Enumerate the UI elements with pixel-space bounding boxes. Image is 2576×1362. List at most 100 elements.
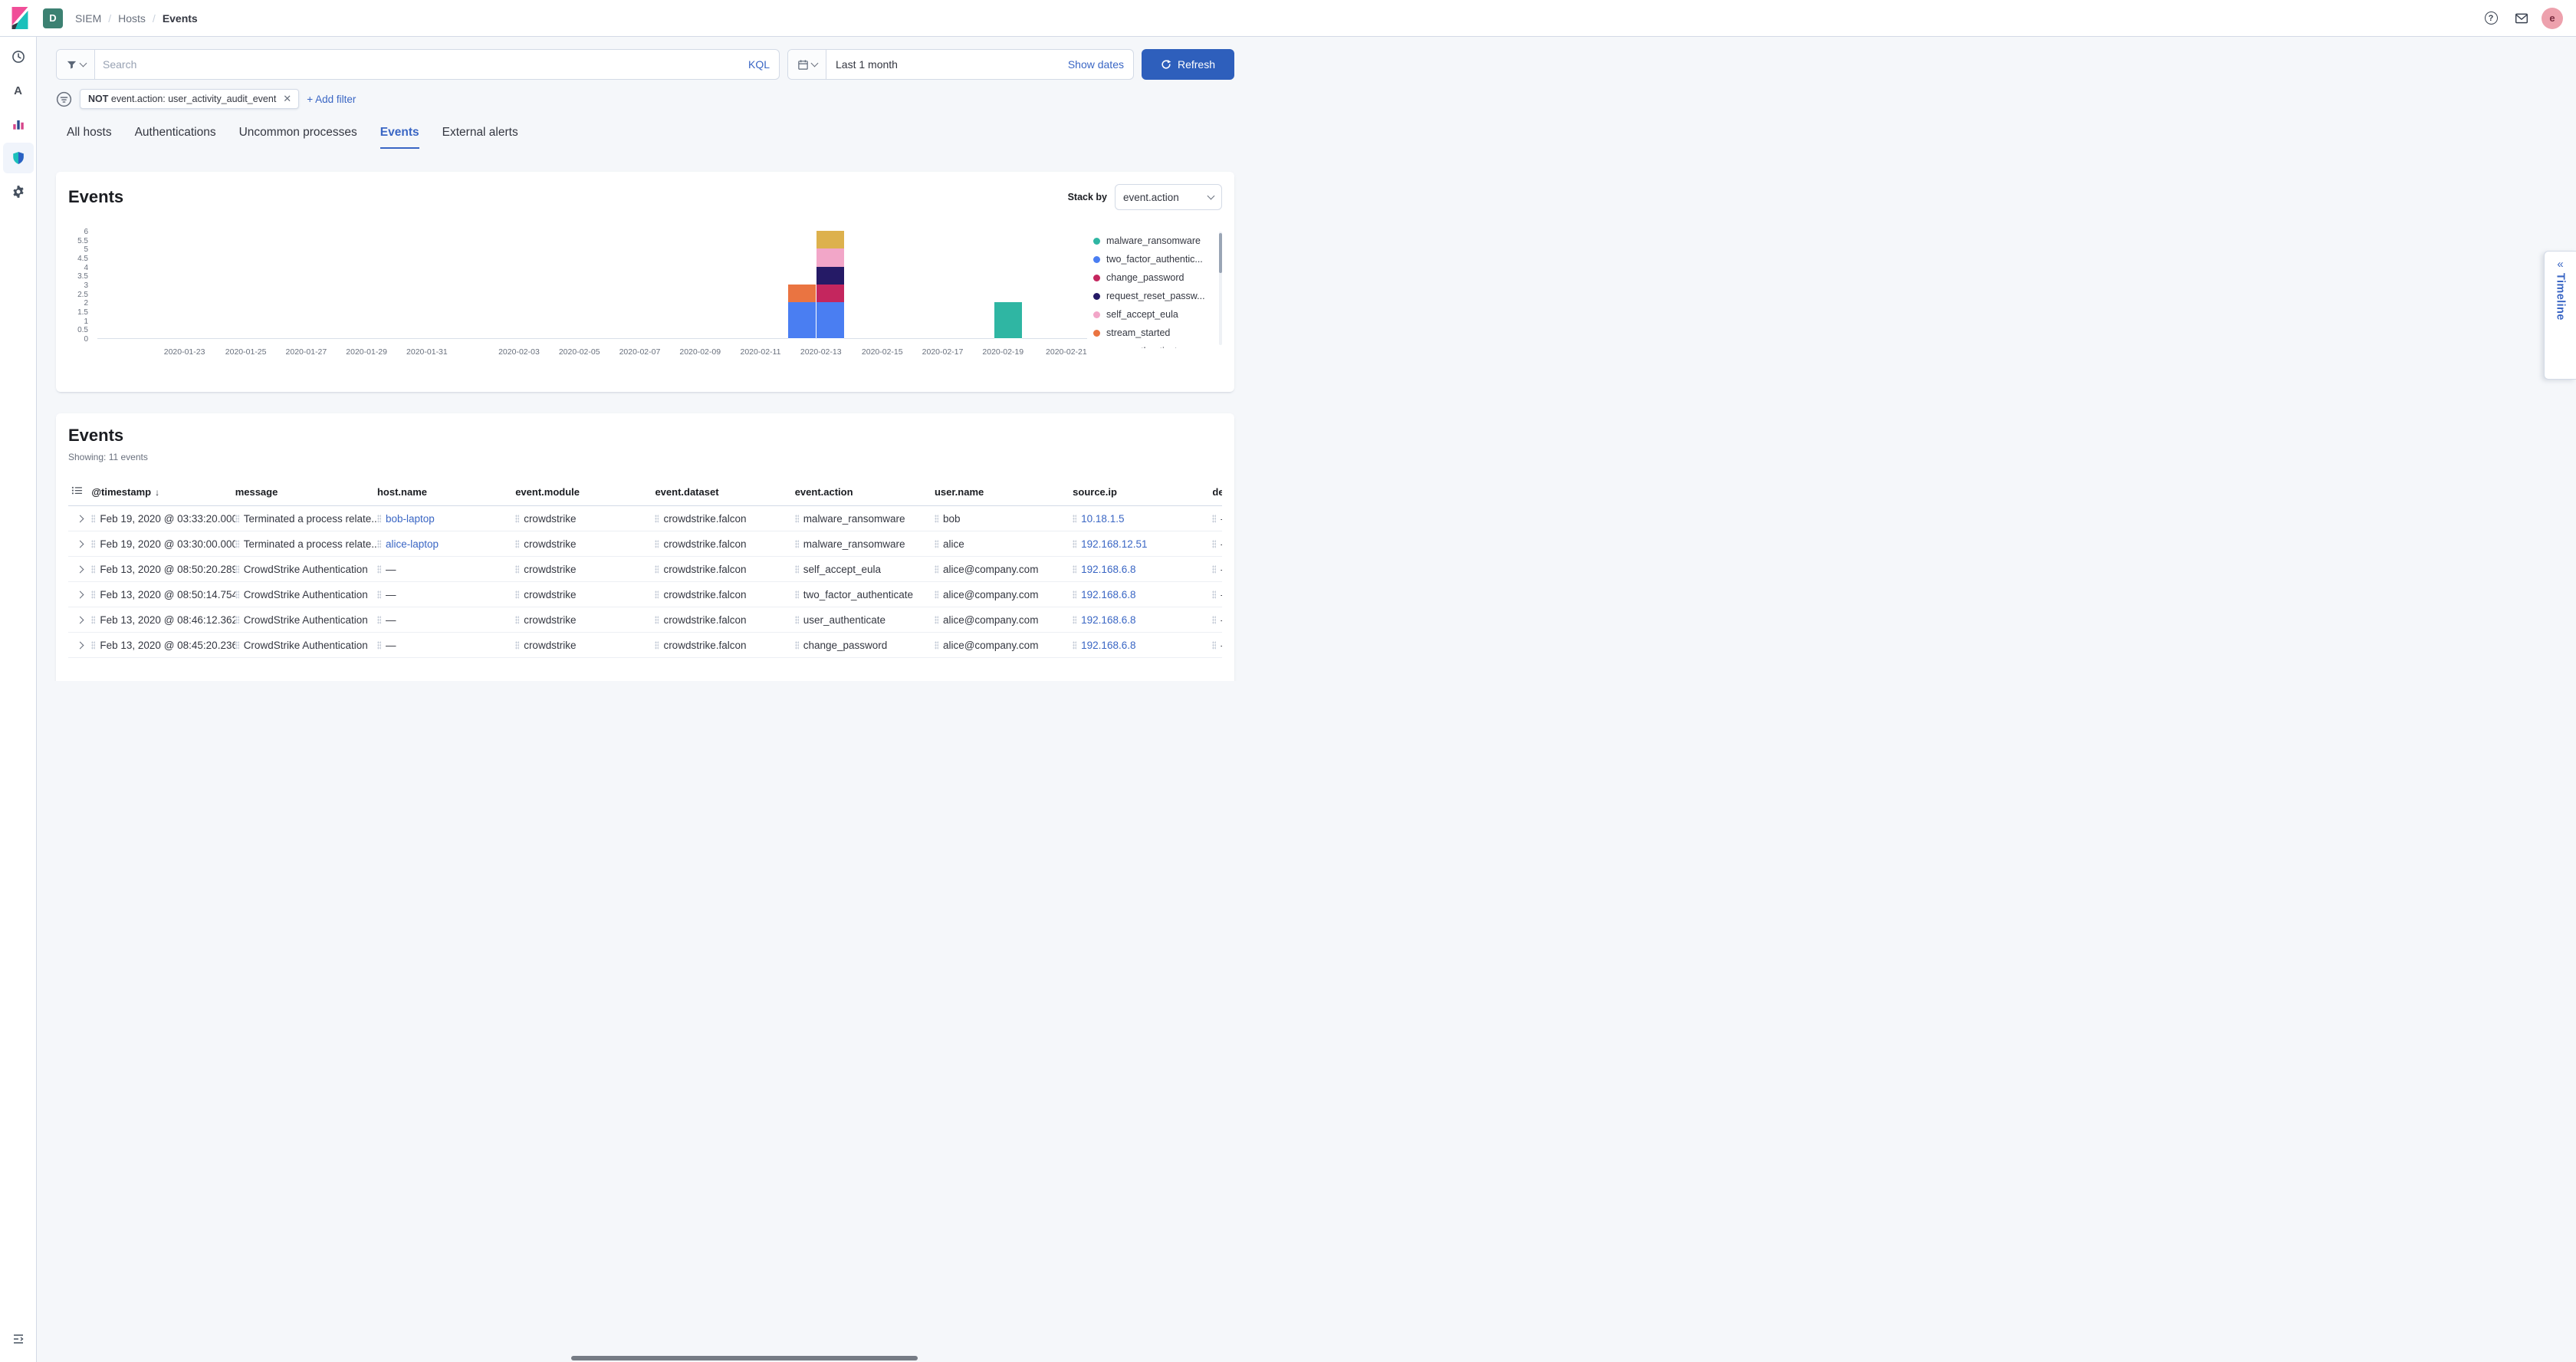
remove-filter-icon[interactable]: ✕ <box>281 93 293 105</box>
bar-segment-request-reset-password[interactable] <box>816 267 844 285</box>
bar-segment-malware-ransomware[interactable] <box>994 302 1022 338</box>
kibana-logo[interactable] <box>0 0 40 36</box>
bar-segment-stream-started[interactable] <box>788 285 816 302</box>
column-header-event-dataset[interactable]: event.dataset <box>655 479 794 506</box>
expand-row-button[interactable] <box>71 561 88 577</box>
time-range-value[interactable]: Last 1 month <box>826 50 1059 79</box>
bar-segment-two-factor-authenticate[interactable] <box>788 302 816 338</box>
legend-item-change-password[interactable]: change_password <box>1093 268 1222 287</box>
fields-browser-button[interactable] <box>68 479 91 506</box>
filter-pill[interactable]: NOT event.action: user_activity_audit_ev… <box>80 89 299 109</box>
column-header-source-ip[interactable]: source.ip <box>1073 479 1212 506</box>
quick-select-date-button[interactable] <box>788 50 826 79</box>
cell-link[interactable]: alice-laptop <box>386 538 439 550</box>
table-cell: alice@company.com <box>935 640 1066 651</box>
drag-handle-icon <box>795 565 799 574</box>
legend-item-malware-ransomware[interactable]: malware_ransomware <box>1093 232 1222 250</box>
drag-handle-icon <box>935 540 938 548</box>
bar-2020-02-19[interactable] <box>994 302 1022 338</box>
drag-handle-icon <box>655 641 659 650</box>
tab-authentications[interactable]: Authentications <box>135 126 216 149</box>
bar-segment-self-accept-eula[interactable] <box>816 248 844 266</box>
legend-scrollbar[interactable] <box>1219 233 1222 273</box>
legend-item-two-factor-authentic[interactable]: two_factor_authentic... <box>1093 250 1222 268</box>
bar-segment-change-password[interactable] <box>816 285 844 302</box>
cell-value: crowdstrike.falcon <box>663 640 746 651</box>
horizontal-scrollbar[interactable] <box>571 1356 918 1360</box>
column-header-host-name[interactable]: host.name <box>377 479 515 506</box>
cell-value: crowdstrike.falcon <box>663 614 746 626</box>
help-icon[interactable]: ? <box>2478 5 2504 31</box>
tab-events[interactable]: Events <box>380 126 419 149</box>
cell-link[interactable]: 192.168.6.8 <box>1081 589 1135 600</box>
column-header-user-name[interactable]: user.name <box>935 479 1073 506</box>
table-cell: Feb 19, 2020 @ 03:33:20.000 <box>91 513 228 525</box>
legend-item-stream-started[interactable]: stream_started <box>1093 324 1222 342</box>
cell-value: crowdstrike <box>524 589 576 600</box>
stack-by-select[interactable]: event.action <box>1115 184 1222 210</box>
bar-2020-02-12[interactable] <box>788 285 816 338</box>
column-header-event-module[interactable]: event.module <box>515 479 655 506</box>
breadcrumb-hosts[interactable]: Hosts <box>118 12 146 25</box>
tab-uncommon-processes[interactable]: Uncommon processes <box>239 126 357 149</box>
recently-viewed-button[interactable] <box>3 41 34 72</box>
space-badge[interactable]: D <box>43 8 63 28</box>
add-filter-button[interactable]: + Add filter <box>307 94 356 105</box>
cell-link[interactable]: 192.168.6.8 <box>1081 614 1135 626</box>
legend-label: user_authenticate <box>1106 346 1182 348</box>
expand-row-button[interactable] <box>71 586 88 603</box>
sidebar-item-siem[interactable] <box>3 143 34 173</box>
cell-link[interactable]: 192.168.12.51 <box>1081 538 1147 550</box>
breadcrumb-siem[interactable]: SIEM <box>75 12 101 25</box>
cell-value: — <box>386 589 396 600</box>
chevron-down-icon <box>79 59 87 67</box>
breadcrumb-separator: / <box>108 12 111 25</box>
legend-item-user-authenticate[interactable]: user_authenticate <box>1093 342 1222 348</box>
cell-link[interactable]: 192.168.6.8 <box>1081 564 1135 575</box>
drag-handle-icon <box>377 591 381 599</box>
column-header-message[interactable]: message <box>235 479 377 506</box>
column-header-event-action[interactable]: event.action <box>795 479 935 506</box>
timeline-flyout-tab[interactable]: « Timeline <box>2544 251 2576 380</box>
sidebar-item-a[interactable]: A <box>3 75 34 106</box>
expand-row-button[interactable] <box>71 510 88 527</box>
bar-chart-icon <box>12 117 25 131</box>
bar-2020-02-13[interactable] <box>816 231 844 338</box>
table-cell: Feb 13, 2020 @ 08:50:14.754 <box>91 589 228 600</box>
cell-link[interactable]: 10.18.1.5 <box>1081 513 1124 525</box>
events-table-scroll: @timestamp↓messagehost.nameevent.modulee… <box>68 479 1222 658</box>
column-header-timestamp[interactable]: @timestamp↓ <box>91 479 235 506</box>
tab-all-hosts[interactable]: All hosts <box>67 126 112 149</box>
stack-by-value: event.action <box>1123 192 1179 203</box>
bar-segment-user-authenticate[interactable] <box>816 231 844 248</box>
saved-query-menu-button[interactable] <box>57 50 95 79</box>
kql-button[interactable]: KQL <box>739 50 779 79</box>
column-header-des[interactable]: des... <box>1212 479 1222 506</box>
sidebar-item-analytics[interactable] <box>3 109 34 140</box>
legend-item-request-reset-passw[interactable]: request_reset_passw... <box>1093 287 1222 305</box>
sidebar-item-management[interactable] <box>3 176 34 207</box>
gear-icon <box>12 185 25 199</box>
query-bar: KQL Last 1 month Show dates Refresh <box>56 49 1234 80</box>
expand-row-button[interactable] <box>71 637 88 653</box>
cell-value: self_accept_eula <box>803 564 881 575</box>
chart-panel-title: Events <box>68 187 123 207</box>
expand-row-button[interactable] <box>71 611 88 628</box>
cell-link[interactable]: 192.168.6.8 <box>1081 640 1135 651</box>
collapse-nav-button[interactable] <box>3 1324 34 1354</box>
mail-icon[interactable] <box>2509 5 2535 31</box>
filter-options-icon[interactable] <box>56 91 72 107</box>
cell-link[interactable]: bob-laptop <box>386 513 435 525</box>
bar-segment-two-factor-authenticate[interactable] <box>816 302 844 338</box>
expand-row-button[interactable] <box>71 535 88 552</box>
user-menu[interactable]: e <box>2539 5 2565 31</box>
chart-x-axis: 2020-01-232020-01-252020-01-272020-01-29… <box>97 344 1087 358</box>
legend-item-self-accept-eula[interactable]: self_accept_eula <box>1093 305 1222 324</box>
drag-handle-icon <box>1073 591 1076 599</box>
show-dates-button[interactable]: Show dates <box>1059 50 1133 79</box>
table-cell: 192.168.6.8 <box>1073 614 1206 626</box>
drag-handle-icon <box>795 540 799 548</box>
search-input[interactable] <box>95 50 739 79</box>
refresh-button[interactable]: Refresh <box>1142 49 1234 80</box>
tab-external-alerts[interactable]: External alerts <box>442 126 518 149</box>
